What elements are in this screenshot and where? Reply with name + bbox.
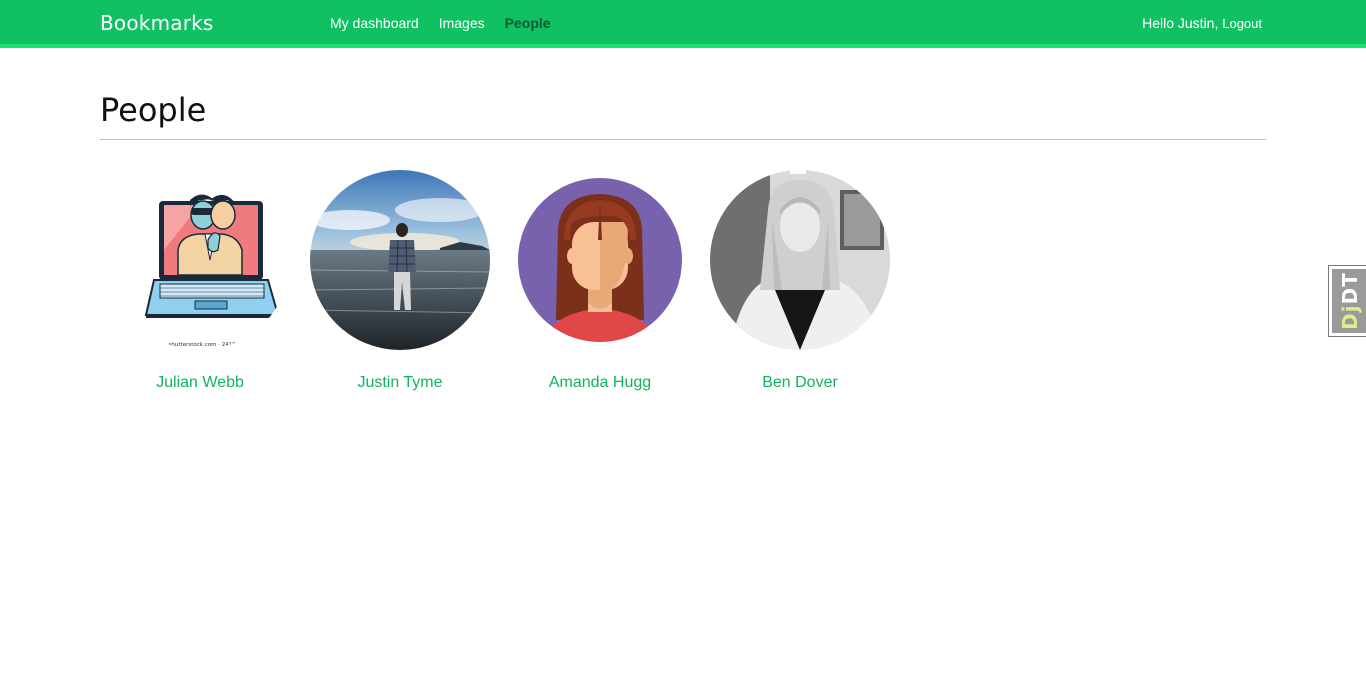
person-card: Ben Dover (700, 170, 900, 392)
logo-link[interactable]: Bookmarks (100, 11, 214, 35)
top-navbar: Bookmarks My dashboard Images People Hel… (0, 0, 1366, 48)
nav-people[interactable]: People (505, 15, 551, 31)
greeting-text: Hello Justin, (1142, 15, 1219, 31)
person-card: shutterstock.com · 2410834... Julian Web… (100, 170, 300, 392)
logout-link[interactable]: Logout (1222, 16, 1262, 31)
person-card: Justin Tyme (300, 170, 500, 392)
debug-toolbar-label: DjDT (1338, 272, 1362, 330)
person-name-link[interactable]: Amanda Hugg (549, 374, 651, 392)
page-title: People (100, 91, 207, 129)
black-white-girl-portrait-photo (710, 170, 890, 350)
person-avatar-link[interactable] (310, 170, 490, 350)
watermark-text: shutterstock.com · 2410834... (169, 342, 252, 348)
laptop-masked-man-illustration: shutterstock.com · 2410834... (110, 170, 290, 350)
user-menu: Hello Justin, Logout (1142, 15, 1262, 31)
debug-toolbar-suffix: DT (1338, 272, 1362, 305)
debug-toolbar-prefix: Dj (1338, 304, 1362, 330)
person-name-link[interactable]: Justin Tyme (357, 374, 442, 392)
nav-my-dashboard[interactable]: My dashboard (330, 15, 419, 31)
person-name-link[interactable]: Ben Dover (762, 374, 838, 392)
people-list: shutterstock.com · 2410834... Julian Web… (100, 170, 900, 392)
main-nav: My dashboard Images People (330, 15, 551, 31)
title-divider (100, 139, 1266, 140)
person-avatar-link[interactable] (510, 170, 690, 350)
nav-images[interactable]: Images (439, 15, 485, 31)
person-avatar-link[interactable] (710, 170, 890, 350)
person-standing-on-beach-photo (310, 170, 490, 350)
debug-toolbar-handle-inner: DjDT (1332, 269, 1366, 333)
debug-toolbar-handle[interactable]: DjDT (1328, 265, 1366, 337)
person-name-link[interactable]: Julian Webb (156, 374, 244, 392)
person-card: Amanda Hugg (500, 170, 700, 392)
person-avatar-link[interactable]: shutterstock.com · 2410834... (110, 170, 290, 350)
woman-avatar-illustration (510, 170, 690, 350)
